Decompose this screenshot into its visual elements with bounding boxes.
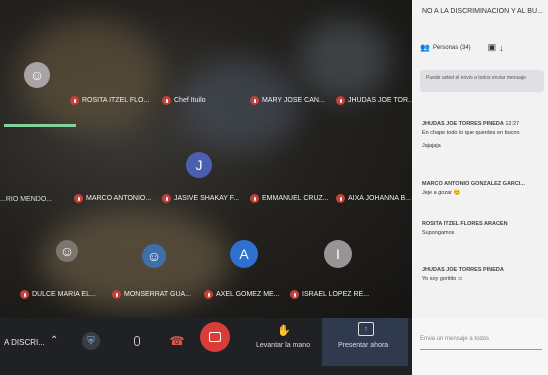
chat-text: Yo soy goritito :c <box>422 276 463 282</box>
participant-name: ISRAEL LOPEZ RE... <box>302 291 370 298</box>
participant-name: AIXA JOHANNA B... <box>348 195 412 202</box>
chat-message: JHUDAS JOE TORRES PINEDA 12:27 En chape … <box>422 120 546 151</box>
mic-off-icon <box>112 290 121 299</box>
mic-off-icon <box>290 290 299 299</box>
participant-name: ...RIO MENDO... <box>0 196 53 203</box>
chat-message: ROSITA ITZEL FLORES ARACEN Supongamos <box>422 220 546 238</box>
mic-off-icon <box>250 96 259 105</box>
mic-off-icon <box>336 96 345 105</box>
mic-off-icon <box>204 290 213 299</box>
chat-sender: JHUDAS JOE TORRES PINEDA <box>422 121 504 127</box>
chat-input-area: Envia un mensaje a todos <box>412 318 548 375</box>
participant-name: Chef Ituilo <box>174 97 206 104</box>
chat-text: Jeje a gozar 😊 <box>422 190 461 196</box>
chat-panel: NO A LA DISCRIMINACION Y AL BU... 👥 Pers… <box>412 0 548 318</box>
chat-time: 12:27 <box>505 121 520 127</box>
arrow-icon[interactable]: ↓ <box>499 43 504 53</box>
mic-button[interactable] <box>128 332 146 350</box>
participant-name: AXEL GOMEZ ME... <box>216 291 280 298</box>
mic-off-icon <box>162 96 171 105</box>
chat-icon[interactable]: ▣ <box>488 42 497 53</box>
chat-text: Supongamos <box>422 230 455 236</box>
meeting-title: NO A LA DISCRIMINACION Y AL BU... <box>422 8 543 15</box>
avatar: ☺ <box>56 240 78 262</box>
present-label[interactable]: Presentar ahora <box>338 342 388 349</box>
participant-name: JASIVE SHAKAY F... <box>174 195 240 202</box>
chat-message: JHUDAS JOE TORRES PINEDA Yo soy goritito… <box>422 266 546 284</box>
present-icon[interactable]: ↑ <box>358 322 374 336</box>
mic-off-icon <box>250 194 259 203</box>
meet-screen: ☺ ROSITA ITZEL FLO... Chef Ituilo MARY J… <box>0 0 548 375</box>
avatar: J <box>186 152 212 178</box>
raise-hand-icon[interactable]: ✋ <box>276 322 292 338</box>
avatar: ☺ <box>142 244 166 268</box>
participant-name: ROSITA ITZEL FLO... <box>82 97 150 104</box>
people-icon: 👥 <box>420 43 430 52</box>
camera-off-icon <box>209 332 221 342</box>
mic-icon <box>134 336 140 346</box>
chat-message: MARCO ANTONIO GONZALEZ GARCI... Jeje a g… <box>422 180 546 198</box>
avatar: ☺ <box>24 62 50 88</box>
chat-text: Jajajaja <box>422 143 441 149</box>
end-call-button[interactable]: ☎ <box>168 334 186 348</box>
shield-icon[interactable]: ⛨ <box>82 332 100 350</box>
participant-name: MARCO ANTONIO... <box>86 195 152 202</box>
mic-off-icon <box>336 194 345 203</box>
chat-sender: JHUDAS JOE TORRES PINEDA <box>422 267 504 273</box>
participant-name: MARY JOSE CAN... <box>262 97 325 104</box>
chat-input[interactable]: Envia un mensaje a todos <box>420 332 542 350</box>
mic-off-icon <box>20 290 29 299</box>
camera-off-button[interactable] <box>200 322 230 352</box>
chat-text: En chape todo lo que querdes en bucno <box>422 130 520 136</box>
avatar: I <box>324 240 352 268</box>
mic-off-icon <box>74 194 83 203</box>
chat-sender: MARCO ANTONIO GONZALEZ GARCI... <box>422 181 525 187</box>
participant-name: JHUDAS JOE TOR... <box>348 97 414 104</box>
participant-name: MONSERRAT GUA... <box>124 291 192 298</box>
mic-off-icon <box>162 194 171 203</box>
meeting-name[interactable]: A DISCRI... <box>4 338 45 347</box>
avatar: A <box>230 240 258 268</box>
raise-hand-label[interactable]: Levantar la mano <box>256 342 310 349</box>
participant-grid: ☺ ROSITA ITZEL FLO... Chef Ituilo MARY J… <box>0 0 414 318</box>
chat-notice: Puede usted el envio a todos enviar mens… <box>420 70 544 92</box>
participant-name: EMMANUEL CRUZ... <box>262 195 329 202</box>
participant-name: DULCE MARIA EL... <box>32 291 96 298</box>
chat-sender: ROSITA ITZEL FLORES ARACEN <box>422 221 508 227</box>
tab-people[interactable]: Personas (34) <box>433 45 471 51</box>
mic-off-icon <box>70 96 79 105</box>
speaking-indicator <box>4 124 76 127</box>
chevron-up-icon[interactable]: ⌃ <box>50 335 58 346</box>
